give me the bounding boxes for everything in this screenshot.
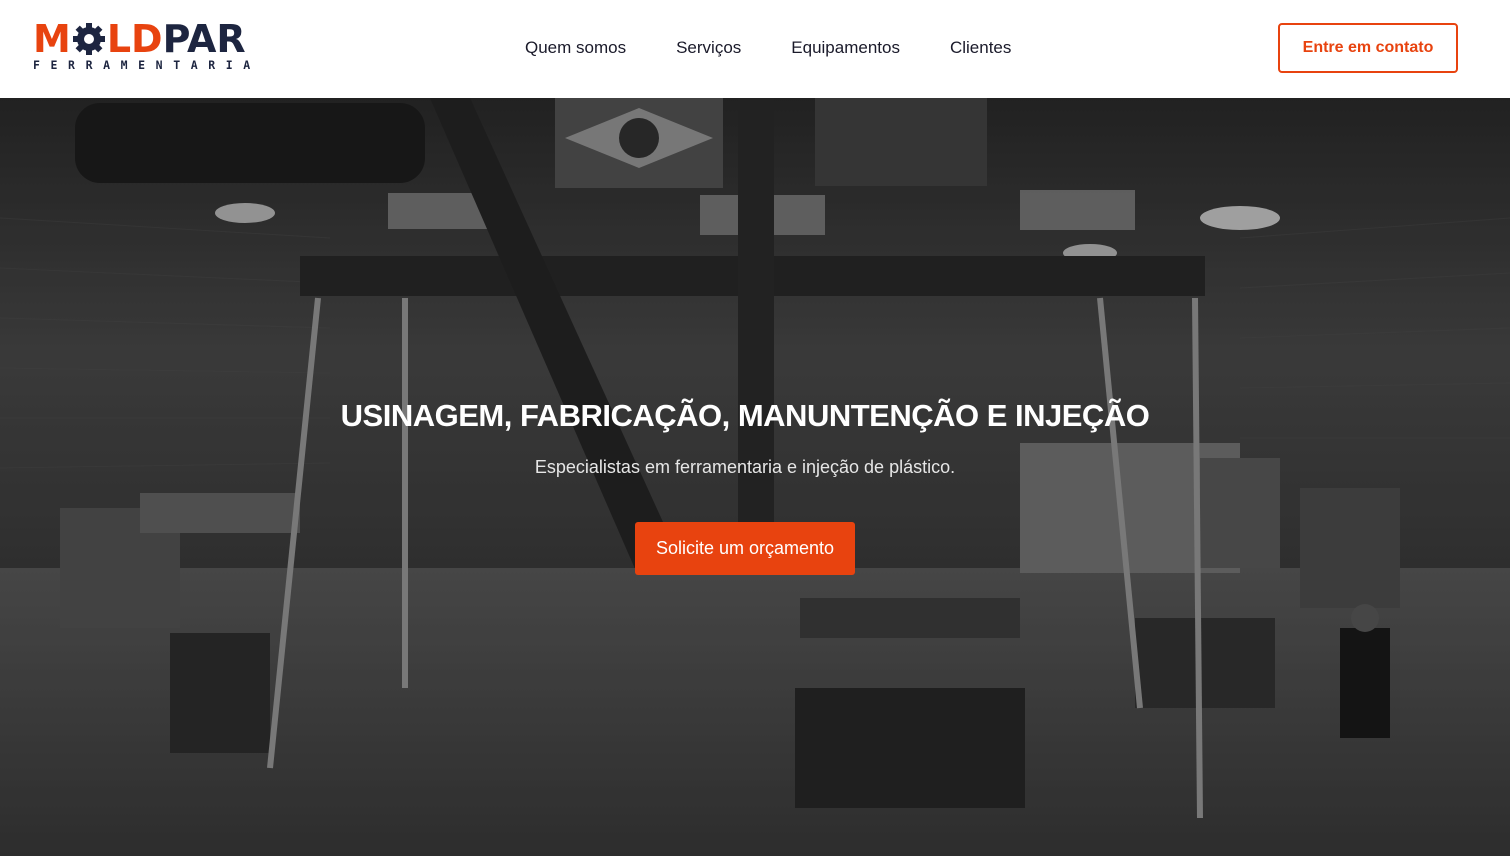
logo-wordmark: M LDPAR	[33, 17, 246, 61]
hero-section: USINAGEM, FABRICAÇÃO, MANUNTENÇÃO E INJE…	[0, 98, 1510, 856]
hero-title: USINAGEM, FABRICAÇÃO, MANUNTENÇÃO E INJE…	[340, 398, 1150, 433]
nav-item-equipamentos[interactable]: Equipamentos	[791, 36, 900, 60]
gear-icon	[72, 23, 105, 55]
nav-item-clientes[interactable]: Clientes	[950, 36, 1011, 60]
request-quote-button[interactable]: Solicite um orçamento	[635, 522, 855, 575]
main-nav: Quem somos Serviços Equipamentos Cliente…	[525, 36, 1061, 60]
moldpar-logo[interactable]: M LDPAR FERRAMENTARIA	[33, 20, 283, 72]
nav-item-quem-somos[interactable]: Quem somos	[525, 36, 626, 60]
site-header: M LDPAR FERRAMENTARIA Quem somos Serviço…	[0, 0, 1510, 98]
logo-tagline: FERRAMENTARIA	[33, 58, 261, 72]
contact-button[interactable]: Entre em contato	[1278, 23, 1458, 73]
hero-subtitle: Especialistas em ferramentaria e injeção…	[534, 457, 956, 477]
nav-item-servicos[interactable]: Serviços	[676, 36, 741, 60]
